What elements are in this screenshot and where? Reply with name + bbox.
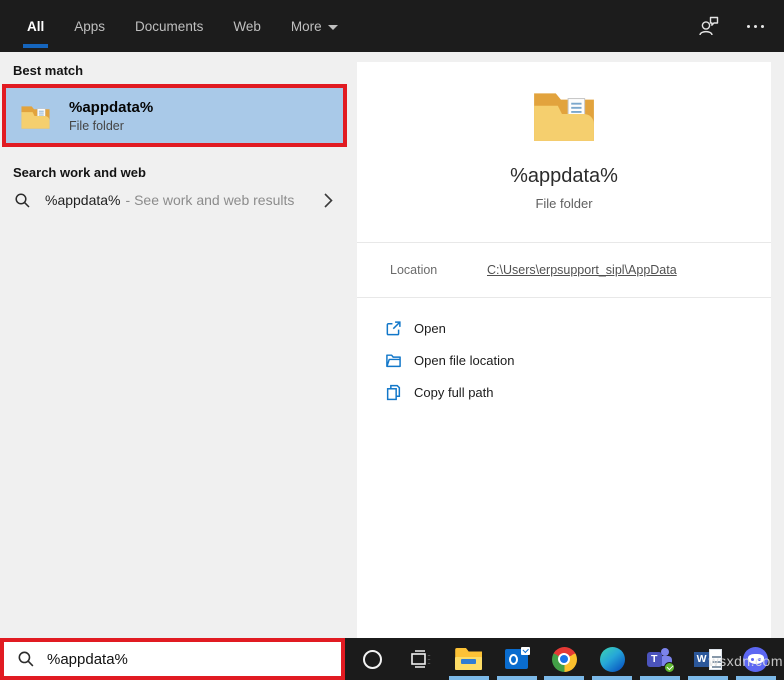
- filter-tabs: All Apps Documents Web More: [0, 0, 353, 52]
- running-indicator: [449, 676, 489, 680]
- active-tab-underline: [23, 44, 48, 48]
- search-input[interactable]: [47, 651, 287, 668]
- task-view-icon: [409, 649, 433, 669]
- web-search-query: %appdata%: [45, 192, 121, 208]
- tab-more[interactable]: More: [276, 0, 353, 52]
- tab-all[interactable]: All: [12, 0, 59, 52]
- location-label: Location: [390, 263, 487, 277]
- teams-icon: T: [647, 648, 674, 671]
- copy-full-path-label: Copy full path: [414, 385, 494, 400]
- running-indicator: [736, 676, 776, 680]
- preview-title: %appdata%: [357, 165, 771, 188]
- web-section-header: Search work and web: [0, 154, 357, 186]
- results-panel: Best match %appdata% File folder Search …: [0, 52, 357, 638]
- copy-icon: [385, 384, 402, 401]
- web-search-suffix: - See work and web results: [126, 192, 295, 208]
- open-file-location-label: Open file location: [414, 353, 514, 368]
- outlook-button[interactable]: [495, 638, 539, 680]
- tab-apps-label: Apps: [74, 19, 105, 34]
- open-file-location-icon: [385, 352, 402, 369]
- running-indicator: [688, 676, 728, 680]
- task-view-button[interactable]: [399, 638, 443, 680]
- copy-full-path-action[interactable]: Copy full path: [385, 376, 771, 408]
- chrome-icon: [552, 647, 577, 672]
- status-check-badge: [664, 662, 675, 673]
- tab-documents-label: Documents: [135, 19, 203, 34]
- location-path-link[interactable]: C:\Users\erpsupport_sipl\AppData: [487, 263, 677, 277]
- search-icon: [17, 650, 35, 668]
- tab-apps[interactable]: Apps: [59, 0, 120, 52]
- edge-button[interactable]: [590, 638, 634, 680]
- running-indicator: [640, 676, 680, 680]
- location-row: Location C:\Users\erpsupport_sipl\AppDat…: [357, 243, 771, 297]
- tab-all-label: All: [27, 19, 44, 34]
- cortana-button[interactable]: [351, 638, 395, 680]
- tab-more-label: More: [291, 19, 322, 34]
- tab-web-label: Web: [233, 19, 261, 34]
- open-icon: [385, 320, 402, 337]
- best-match-result[interactable]: %appdata% File folder: [6, 88, 343, 143]
- windows-search-flyout: All Apps Documents Web More: [0, 0, 784, 680]
- tab-documents[interactable]: Documents: [120, 0, 218, 52]
- best-match-header: Best match: [0, 52, 357, 84]
- teams-button[interactable]: T: [638, 638, 682, 680]
- preview-subtitle: File folder: [357, 196, 771, 211]
- running-indicator: [544, 676, 584, 680]
- context-actions: Open Open file location Copy full path: [357, 298, 771, 408]
- open-action[interactable]: Open: [385, 312, 771, 344]
- folder-icon-large: [357, 62, 771, 143]
- outlook-icon: [505, 649, 528, 669]
- feedback-icon[interactable]: [697, 15, 721, 37]
- file-explorer-button[interactable]: [447, 638, 491, 680]
- chevron-down-icon: [328, 25, 338, 30]
- search-filter-bar: All Apps Documents Web More: [0, 0, 784, 52]
- chrome-button[interactable]: [542, 638, 586, 680]
- best-match-title: %appdata%: [69, 99, 153, 116]
- open-action-label: Open: [414, 321, 446, 336]
- taskbar-search-box[interactable]: [0, 638, 345, 680]
- running-indicator: [497, 676, 537, 680]
- open-file-location-action[interactable]: Open file location: [385, 344, 771, 376]
- file-explorer-icon: [455, 648, 482, 670]
- folder-icon: [20, 102, 51, 130]
- more-options-icon[interactable]: [747, 25, 764, 28]
- tab-web[interactable]: Web: [218, 0, 276, 52]
- annotation-box-best-match: %appdata% File folder: [2, 84, 347, 147]
- watermark: wsxdn.com: [708, 653, 783, 669]
- edge-icon: [600, 647, 625, 672]
- chevron-right-icon: [323, 192, 333, 209]
- running-indicator: [592, 676, 632, 680]
- topbar-actions: [697, 15, 784, 37]
- preview-panel: %appdata% File folder Location C:\Users\…: [357, 62, 771, 638]
- best-match-subtitle: File folder: [69, 119, 153, 133]
- cortana-icon: [363, 650, 382, 669]
- search-icon: [14, 192, 31, 209]
- web-search-result[interactable]: %appdata% - See work and web results: [0, 183, 347, 217]
